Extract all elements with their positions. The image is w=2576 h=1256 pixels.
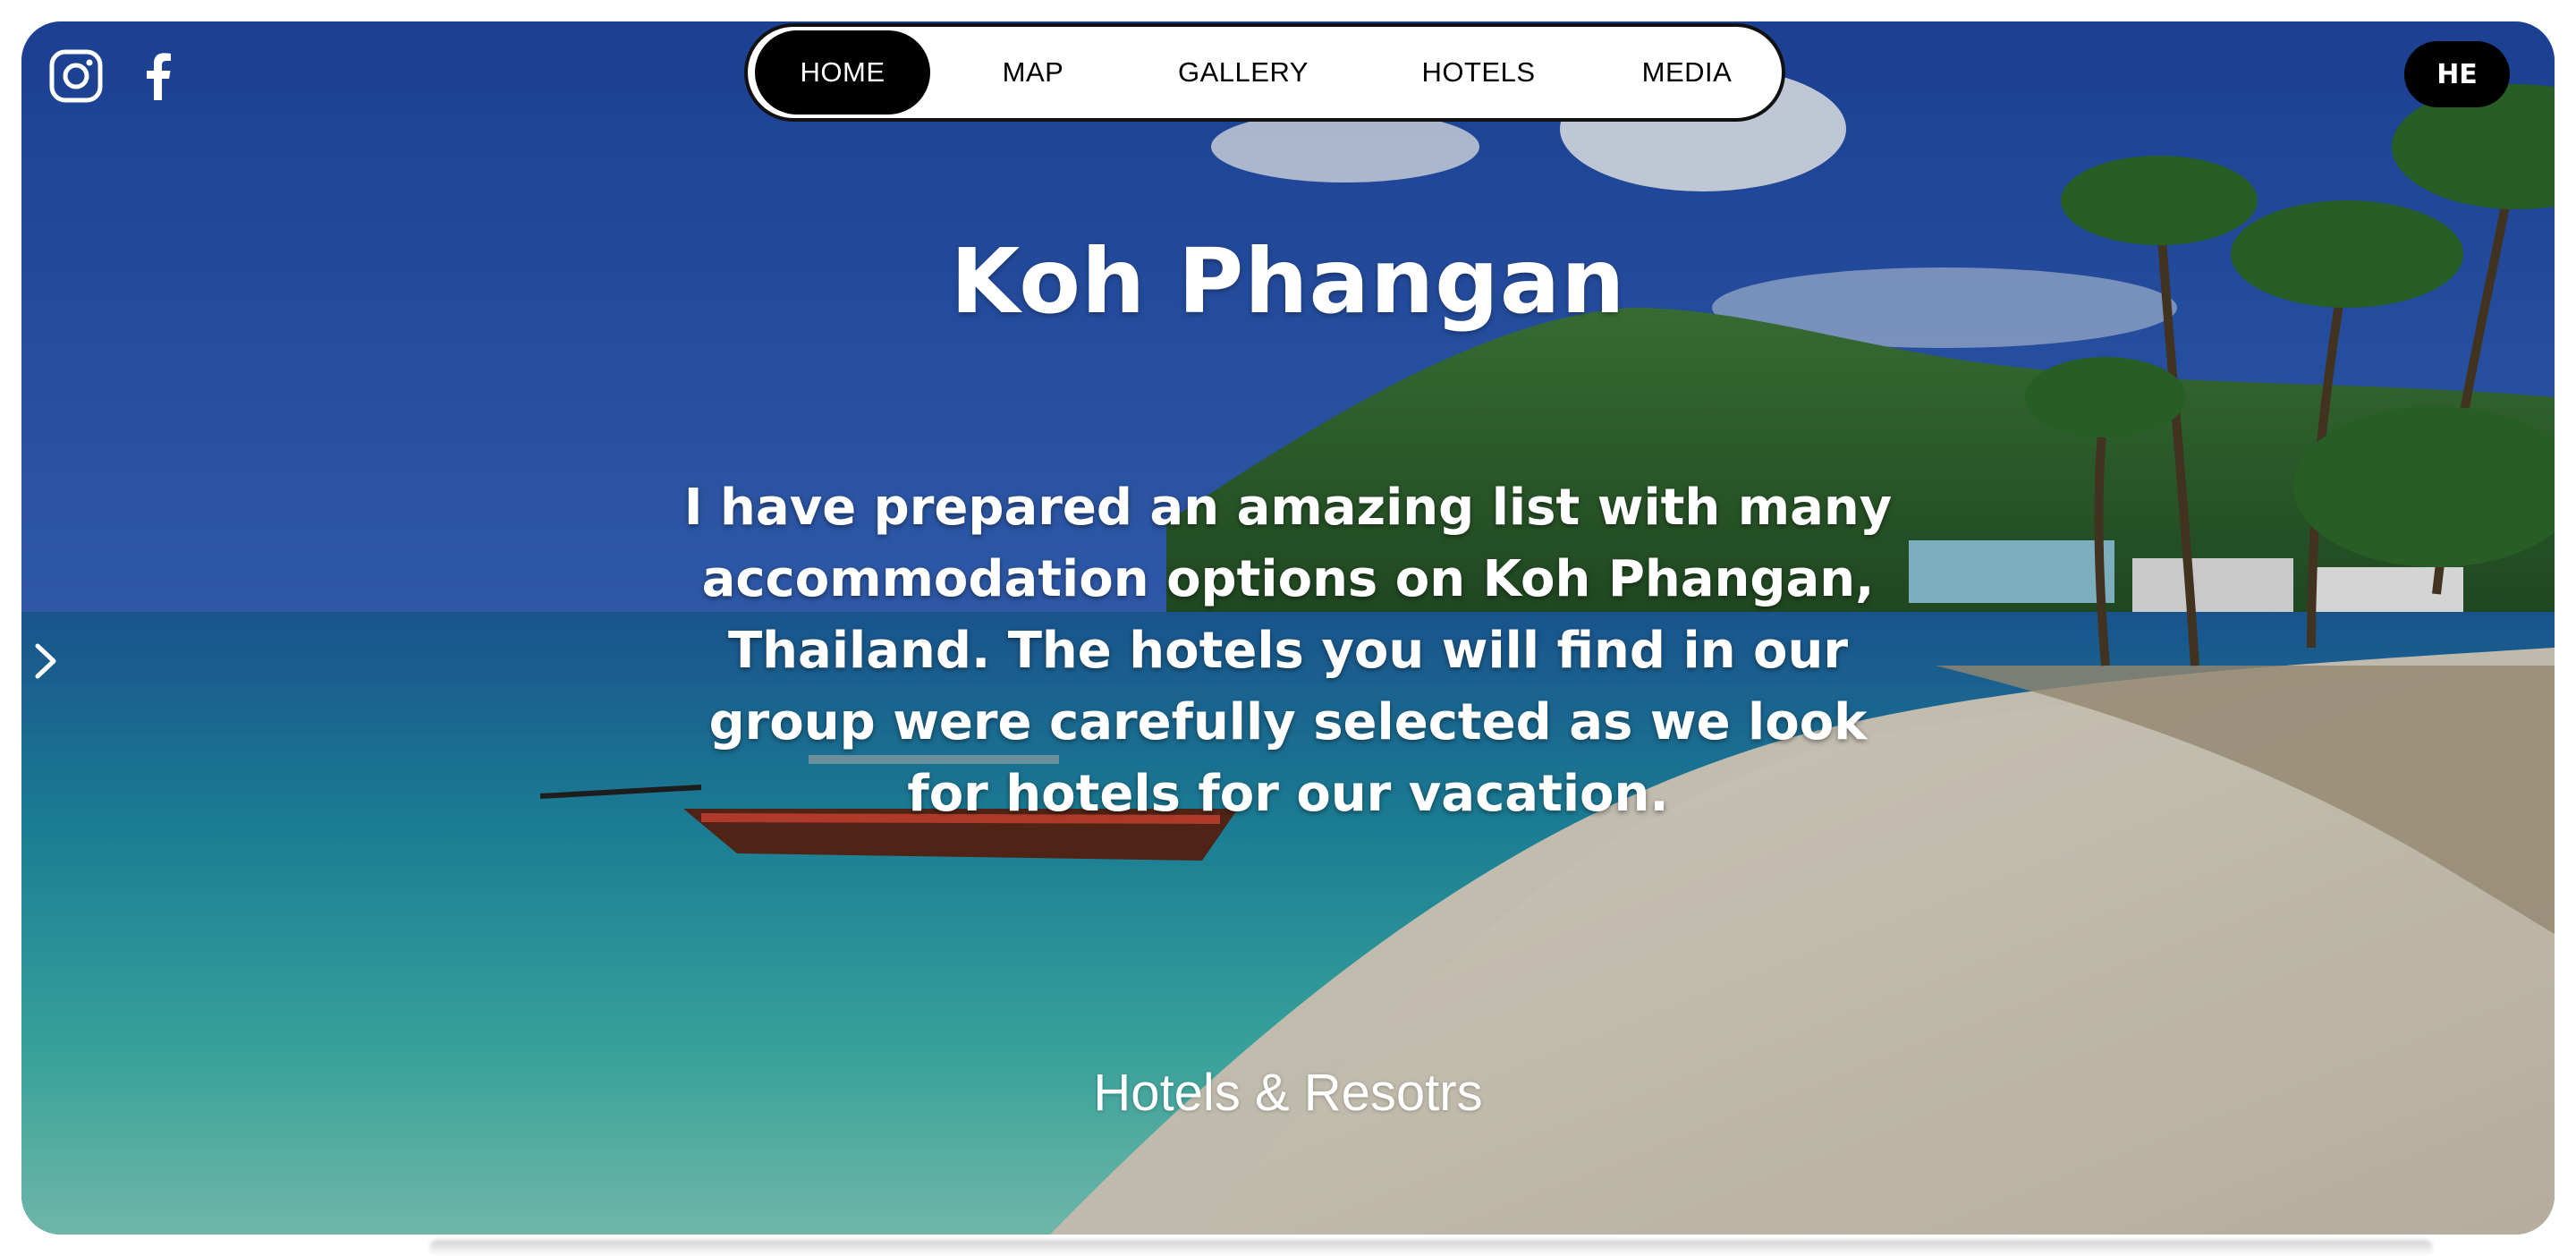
- hero-section: HE Koh Phangan I have prepared an amazin…: [21, 21, 2555, 1235]
- instagram-icon[interactable]: [48, 48, 104, 104]
- nav-item-hotels[interactable]: HOTELS: [1351, 30, 1606, 115]
- hero-description: I have prepared an amazing list with man…: [683, 479, 1893, 823]
- nav-item-gallery[interactable]: GALLERY: [1136, 30, 1351, 115]
- social-links: [48, 48, 186, 104]
- nav-item-map[interactable]: MAP: [930, 30, 1136, 115]
- page-shadow: [429, 1240, 2433, 1256]
- page: HE Koh Phangan I have prepared an amazin…: [0, 0, 2576, 1256]
- hero-subtitle: Hotels & Resotrs: [1093, 1064, 1483, 1122]
- nav-item-home[interactable]: HOME: [755, 30, 930, 115]
- nav-item-media[interactable]: MEDIA: [1606, 30, 1767, 115]
- page-title: Koh Phangan: [950, 229, 1626, 334]
- language-button[interactable]: HE: [2404, 41, 2510, 107]
- facebook-icon[interactable]: [131, 48, 186, 104]
- main-navigation: HOME MAP GALLERY HOTELS MEDIA: [744, 23, 1785, 122]
- chevron-right-icon[interactable]: [29, 630, 64, 692]
